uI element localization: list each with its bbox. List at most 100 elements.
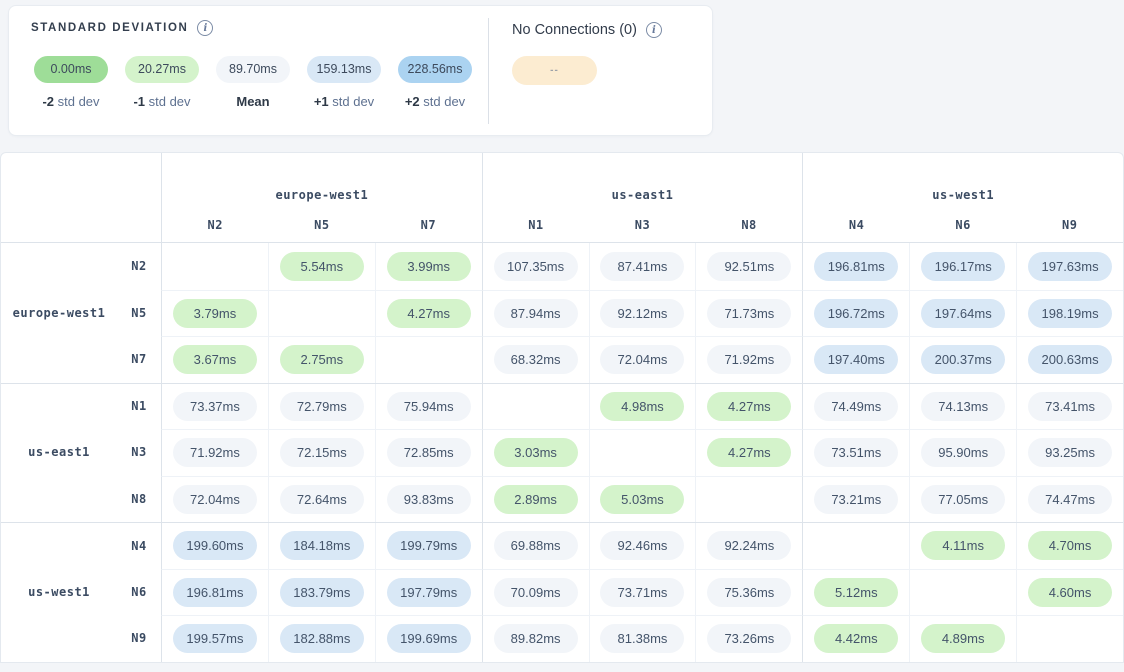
cell-N1-N5: 72.79ms <box>268 384 375 430</box>
cell-N8-N3: 5.03ms <box>589 476 696 523</box>
row-node-label: N1 <box>117 399 161 413</box>
legend-pills: 0.00ms20.27ms89.70ms159.13ms228.56ms <box>34 56 472 83</box>
cell-N2-N5: 5.54ms <box>268 243 375 290</box>
latency-matrix-table: europe-west1N2N5N7us-east1N1N3N8us-west1… <box>0 152 1124 663</box>
row-node-label: N9 <box>117 631 161 645</box>
latency-pill: 199.79ms <box>387 531 471 560</box>
row-node-label: N4 <box>117 539 161 553</box>
cell-N3-N7: 72.85ms <box>375 429 482 476</box>
cell-N1-N7: 75.94ms <box>375 384 482 430</box>
cell-N1-N8: 4.27ms <box>695 384 802 430</box>
cell-N6-N4: 5.12ms <box>802 569 909 616</box>
legend-stop-label: Mean <box>216 94 290 109</box>
latency-pill: 92.24ms <box>707 531 791 560</box>
legend-stop-pill: 159.13ms <box>307 56 381 83</box>
no-connections-info-icon[interactable]: i <box>646 22 662 38</box>
cell-N5-N8: 71.73ms <box>695 290 802 337</box>
std-deviation-info-icon[interactable]: i <box>197 20 213 36</box>
latency-pill: 73.37ms <box>173 392 257 421</box>
latency-pill: 2.89ms <box>494 485 578 514</box>
no-connections-title: No Connections (0) <box>512 22 637 38</box>
cell-N9-N6: 4.89ms <box>909 615 1016 662</box>
latency-pill: 2.75ms <box>280 345 364 374</box>
std-deviation-legend-card: STANDARD DEVIATION i 0.00ms20.27ms89.70m… <box>8 5 713 136</box>
cell-N6-N6 <box>909 569 1016 616</box>
cell-N1-N1 <box>482 384 589 430</box>
cell-N6-N1: 70.09ms <box>482 569 589 616</box>
row-label-N4: N4 <box>1 523 161 569</box>
latency-pill: 74.49ms <box>814 392 898 421</box>
cell-N7-N5: 2.75ms <box>268 336 375 383</box>
cell-N2-N4: 196.81ms <box>802 243 909 290</box>
cell-N7-N3: 72.04ms <box>589 336 696 383</box>
cell-N2-N1: 107.35ms <box>482 243 589 290</box>
latency-pill: 73.51ms <box>814 438 898 467</box>
cell-N2-N3: 87.41ms <box>589 243 696 290</box>
legend-labels: -2 std dev-1 std devMean+1 std dev+2 std… <box>34 94 472 109</box>
cell-N4-N9: 4.70ms <box>1016 523 1123 569</box>
cell-N2-N8: 92.51ms <box>695 243 802 290</box>
matrix-row-N7: N73.67ms2.75ms68.32ms72.04ms71.92ms197.4… <box>1 336 1123 383</box>
latency-pill: 77.05ms <box>921 485 1005 514</box>
latency-pill: 87.94ms <box>494 299 578 328</box>
cell-N7-N7 <box>375 336 482 383</box>
latency-pill: 200.37ms <box>921 345 1005 374</box>
legend-stop-pill: 0.00ms <box>34 56 108 83</box>
latency-pill: 72.85ms <box>387 438 471 467</box>
cell-N4-N5: 184.18ms <box>268 523 375 569</box>
latency-pill: 4.89ms <box>921 624 1005 653</box>
cell-N9-N4: 4.42ms <box>802 615 909 662</box>
cell-N7-N6: 200.37ms <box>909 336 1016 383</box>
latency-pill: 92.12ms <box>600 299 684 328</box>
cell-N7-N1: 68.32ms <box>482 336 589 383</box>
latency-pill: 4.42ms <box>814 624 898 653</box>
cell-N5-N3: 92.12ms <box>589 290 696 337</box>
column-group-region-label: us-west1 <box>803 188 1123 202</box>
matrix-row-N2: N25.54ms3.99ms107.35ms87.41ms92.51ms196.… <box>1 243 1123 290</box>
latency-pill: 184.18ms <box>280 531 364 560</box>
latency-pill: 81.38ms <box>600 624 684 653</box>
cell-N9-N8: 73.26ms <box>695 615 802 662</box>
cell-N3-N6: 95.90ms <box>909 429 1016 476</box>
cell-N3-N4: 73.51ms <box>802 429 909 476</box>
latency-pill: 92.51ms <box>707 252 791 281</box>
cell-N4-N7: 199.79ms <box>375 523 482 569</box>
no-connections-pill: -- <box>512 56 597 85</box>
legend-divider <box>488 18 489 124</box>
cell-N7-N4: 197.40ms <box>802 336 909 383</box>
latency-pill: 197.64ms <box>921 299 1005 328</box>
column-group-us-east1: us-east1N1N3N8 <box>482 153 803 242</box>
latency-pill: 3.79ms <box>173 299 257 328</box>
matrix-row-N1: N173.37ms72.79ms75.94ms4.98ms4.27ms74.49… <box>1 383 1123 430</box>
row-label-N8: N8 <box>1 476 161 523</box>
cell-N3-N3 <box>589 429 696 476</box>
cell-N1-N6: 74.13ms <box>909 384 1016 430</box>
latency-pill: 89.82ms <box>494 624 578 653</box>
row-label-N5: europe-west1N5 <box>1 290 161 337</box>
column-header-N2: N2 <box>162 218 269 232</box>
column-header-N3: N3 <box>589 218 696 232</box>
legend-stop-label: -2 std dev <box>34 94 108 109</box>
cell-N1-N9: 73.41ms <box>1016 384 1123 430</box>
cell-N2-N2 <box>161 243 268 290</box>
latency-pill: 3.03ms <box>494 438 578 467</box>
legend-stop-label-strong: -2 <box>42 94 54 109</box>
latency-pill: 68.32ms <box>494 345 578 374</box>
latency-pill: 72.79ms <box>280 392 364 421</box>
latency-pill: 92.46ms <box>600 531 684 560</box>
cell-N6-N7: 197.79ms <box>375 569 482 616</box>
cell-N5-N7: 4.27ms <box>375 290 482 337</box>
row-node-label: N8 <box>117 492 161 506</box>
latency-pill: 93.25ms <box>1028 438 1112 467</box>
cell-N6-N3: 73.71ms <box>589 569 696 616</box>
latency-pill: 196.81ms <box>814 252 898 281</box>
latency-pill: 196.72ms <box>814 299 898 328</box>
column-group-region-label: us-east1 <box>483 188 803 202</box>
latency-pill: 4.11ms <box>921 531 1005 560</box>
legend-stop-label-strong: +2 <box>405 94 420 109</box>
cell-N6-N2: 196.81ms <box>161 569 268 616</box>
column-header-N9: N9 <box>1016 218 1123 232</box>
column-header-N8: N8 <box>696 218 803 232</box>
latency-pill: 4.27ms <box>707 392 791 421</box>
matrix-body: N25.54ms3.99ms107.35ms87.41ms92.51ms196.… <box>1 243 1123 662</box>
